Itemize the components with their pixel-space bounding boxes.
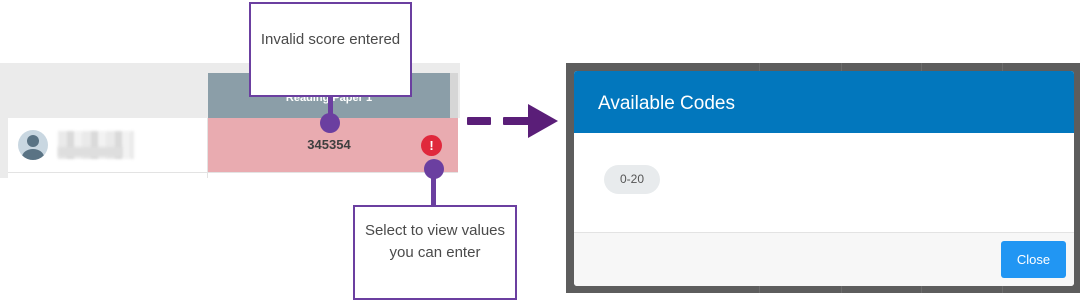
modal-header: Available Codes bbox=[574, 71, 1074, 133]
score-value: 345354 bbox=[307, 137, 351, 152]
user-avatar-icon bbox=[18, 130, 48, 160]
column-header-separator bbox=[450, 73, 458, 118]
callout-invalid-score: Invalid score entered bbox=[249, 2, 412, 97]
code-option[interactable]: 0-20 bbox=[604, 165, 660, 194]
available-codes-modal: Available Codes 0-20 Close bbox=[574, 71, 1074, 286]
arrow-dash-2 bbox=[503, 117, 530, 125]
modal-title: Available Codes bbox=[598, 93, 735, 114]
grid-left-edge bbox=[0, 118, 8, 178]
callout-select-to-view: Select to view values you can enter bbox=[353, 205, 517, 300]
row-divider bbox=[8, 172, 458, 173]
arrow-head bbox=[528, 104, 558, 138]
callout-bottom-pointer-dot bbox=[424, 159, 444, 179]
close-button[interactable]: Close bbox=[1001, 241, 1066, 278]
blurred-student-id bbox=[58, 147, 122, 157]
arrow-dash-1 bbox=[467, 117, 491, 125]
annotated-screenshot: Reading Paper 1 345354 ! Invalid score e… bbox=[0, 0, 1080, 302]
exclamation-circle-icon[interactable]: ! bbox=[421, 135, 442, 156]
callout-top-pointer-dot bbox=[320, 113, 340, 133]
avatar-body bbox=[22, 149, 44, 160]
modal-footer bbox=[574, 233, 1074, 286]
avatar-head bbox=[27, 135, 39, 147]
